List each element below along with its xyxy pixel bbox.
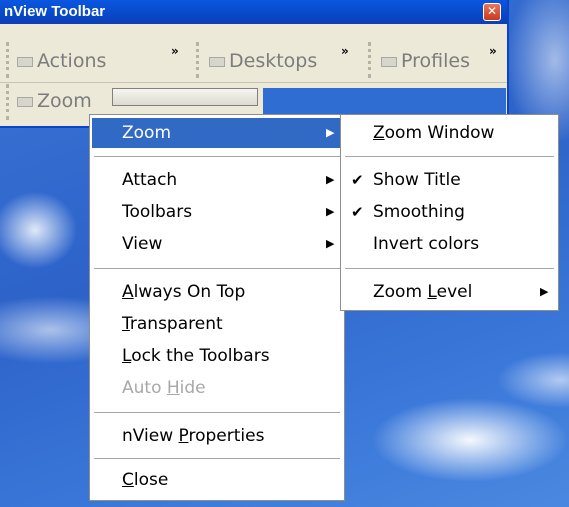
submenu-item-zoom-window-label: Zoom Window: [373, 123, 495, 143]
menu-separator: [94, 268, 340, 272]
profiles-toolbar: Profiles »: [368, 42, 506, 78]
submenu-arrow-icon: ▶: [326, 205, 335, 218]
menu-item-always-on-top-label: Always On Top: [122, 282, 246, 302]
profiles-label: Profiles: [401, 50, 470, 72]
submenu-item-smoothing[interactable]: ✔ Smoothing: [343, 197, 556, 227]
menu-item-attach[interactable]: Attach ▶: [92, 165, 342, 195]
close-window-button[interactable]: ✕: [483, 3, 501, 21]
menu-separator: [94, 156, 340, 160]
zoom-label: Zoom: [37, 90, 92, 112]
zoom-icon: [17, 96, 33, 107]
desktops-button[interactable]: Desktops: [209, 50, 317, 72]
menu-separator: [345, 268, 554, 272]
zoom-slider[interactable]: [112, 88, 258, 106]
actions-overflow-chevron[interactable]: »: [171, 44, 179, 58]
desktops-icon: [209, 56, 225, 67]
actions-label: Actions: [37, 50, 107, 72]
actions-icon: [17, 56, 33, 67]
menu-item-auto-hide: Auto Hide: [92, 373, 342, 403]
menu-item-view-label: View: [122, 234, 163, 254]
submenu-arrow-icon: ▶: [326, 173, 335, 186]
submenu-item-invert-colors-label: Invert colors: [373, 234, 480, 254]
desktops-label: Desktops: [229, 50, 318, 72]
window-title: nView Toolbar: [4, 3, 106, 20]
zoom-submenu: Zoom Window ✔ Show Title ✔ Smoothing Inv…: [340, 114, 559, 311]
submenu-item-zoom-window[interactable]: Zoom Window: [343, 118, 556, 148]
submenu-arrow-icon: ▶: [326, 126, 335, 139]
menu-item-close-label: Close: [122, 470, 169, 490]
menu-item-transparent-label: Transparent: [122, 314, 223, 334]
menu-item-zoom[interactable]: Zoom ▶: [92, 118, 342, 148]
actions-button[interactable]: Actions: [17, 50, 106, 72]
menu-item-transparent[interactable]: Transparent: [92, 309, 342, 339]
checkmark-icon: ✔: [351, 203, 364, 221]
menu-item-toolbars[interactable]: Toolbars ▶: [92, 197, 342, 227]
menu-separator: [94, 458, 340, 462]
toolbar-row-1: Actions » Desktops » Profiles »: [0, 42, 507, 78]
menu-item-close[interactable]: Close: [92, 465, 342, 495]
context-menu: Zoom ▶ Attach ▶ Toolbars ▶ View ▶ Always…: [89, 114, 345, 501]
submenu-arrow-icon: ▶: [326, 237, 335, 250]
menu-item-always-on-top[interactable]: Always On Top: [92, 277, 342, 307]
actions-toolbar: Actions »: [6, 42, 193, 78]
close-icon: ✕: [486, 4, 498, 18]
desktops-toolbar: Desktops »: [196, 42, 359, 78]
submenu-item-zoom-level-label: Zoom Level: [373, 282, 473, 302]
menu-separator: [345, 156, 554, 160]
toolbar-row-divider: [0, 82, 507, 83]
submenu-arrow-icon: ▶: [540, 285, 549, 298]
menu-item-nview-properties[interactable]: nView Properties: [92, 421, 342, 451]
menu-item-auto-hide-label: Auto Hide: [122, 378, 206, 398]
submenu-item-smoothing-label: Smoothing: [373, 202, 465, 222]
menu-item-zoom-label: Zoom: [122, 123, 172, 143]
submenu-item-zoom-level[interactable]: Zoom Level ▶: [343, 277, 556, 307]
menu-item-attach-label: Attach: [122, 170, 178, 190]
title-bar[interactable]: nView Toolbar ✕: [0, 0, 507, 24]
profiles-overflow-chevron[interactable]: »: [489, 44, 497, 58]
checkmark-icon: ✔: [351, 171, 364, 189]
profiles-icon: [381, 56, 397, 67]
submenu-item-show-title-label: Show Title: [373, 170, 461, 190]
zoom-button[interactable]: Zoom: [17, 90, 92, 112]
menu-item-lock-toolbars[interactable]: Lock the Toolbars: [92, 341, 342, 371]
menu-item-toolbars-label: Toolbars: [122, 202, 193, 222]
menu-item-view[interactable]: View ▶: [92, 229, 342, 259]
submenu-item-show-title[interactable]: ✔ Show Title: [343, 165, 556, 195]
desktops-overflow-chevron[interactable]: »: [341, 44, 349, 58]
menu-item-lock-toolbars-label: Lock the Toolbars: [122, 346, 270, 366]
nview-toolbar-window: nView Toolbar ✕ Actions » Desktops » Pro…: [0, 0, 509, 128]
submenu-item-invert-colors[interactable]: Invert colors: [343, 229, 556, 259]
menu-item-nview-properties-label: nView Properties: [122, 426, 265, 446]
profiles-button[interactable]: Profiles: [381, 50, 470, 72]
menu-separator: [94, 412, 340, 416]
